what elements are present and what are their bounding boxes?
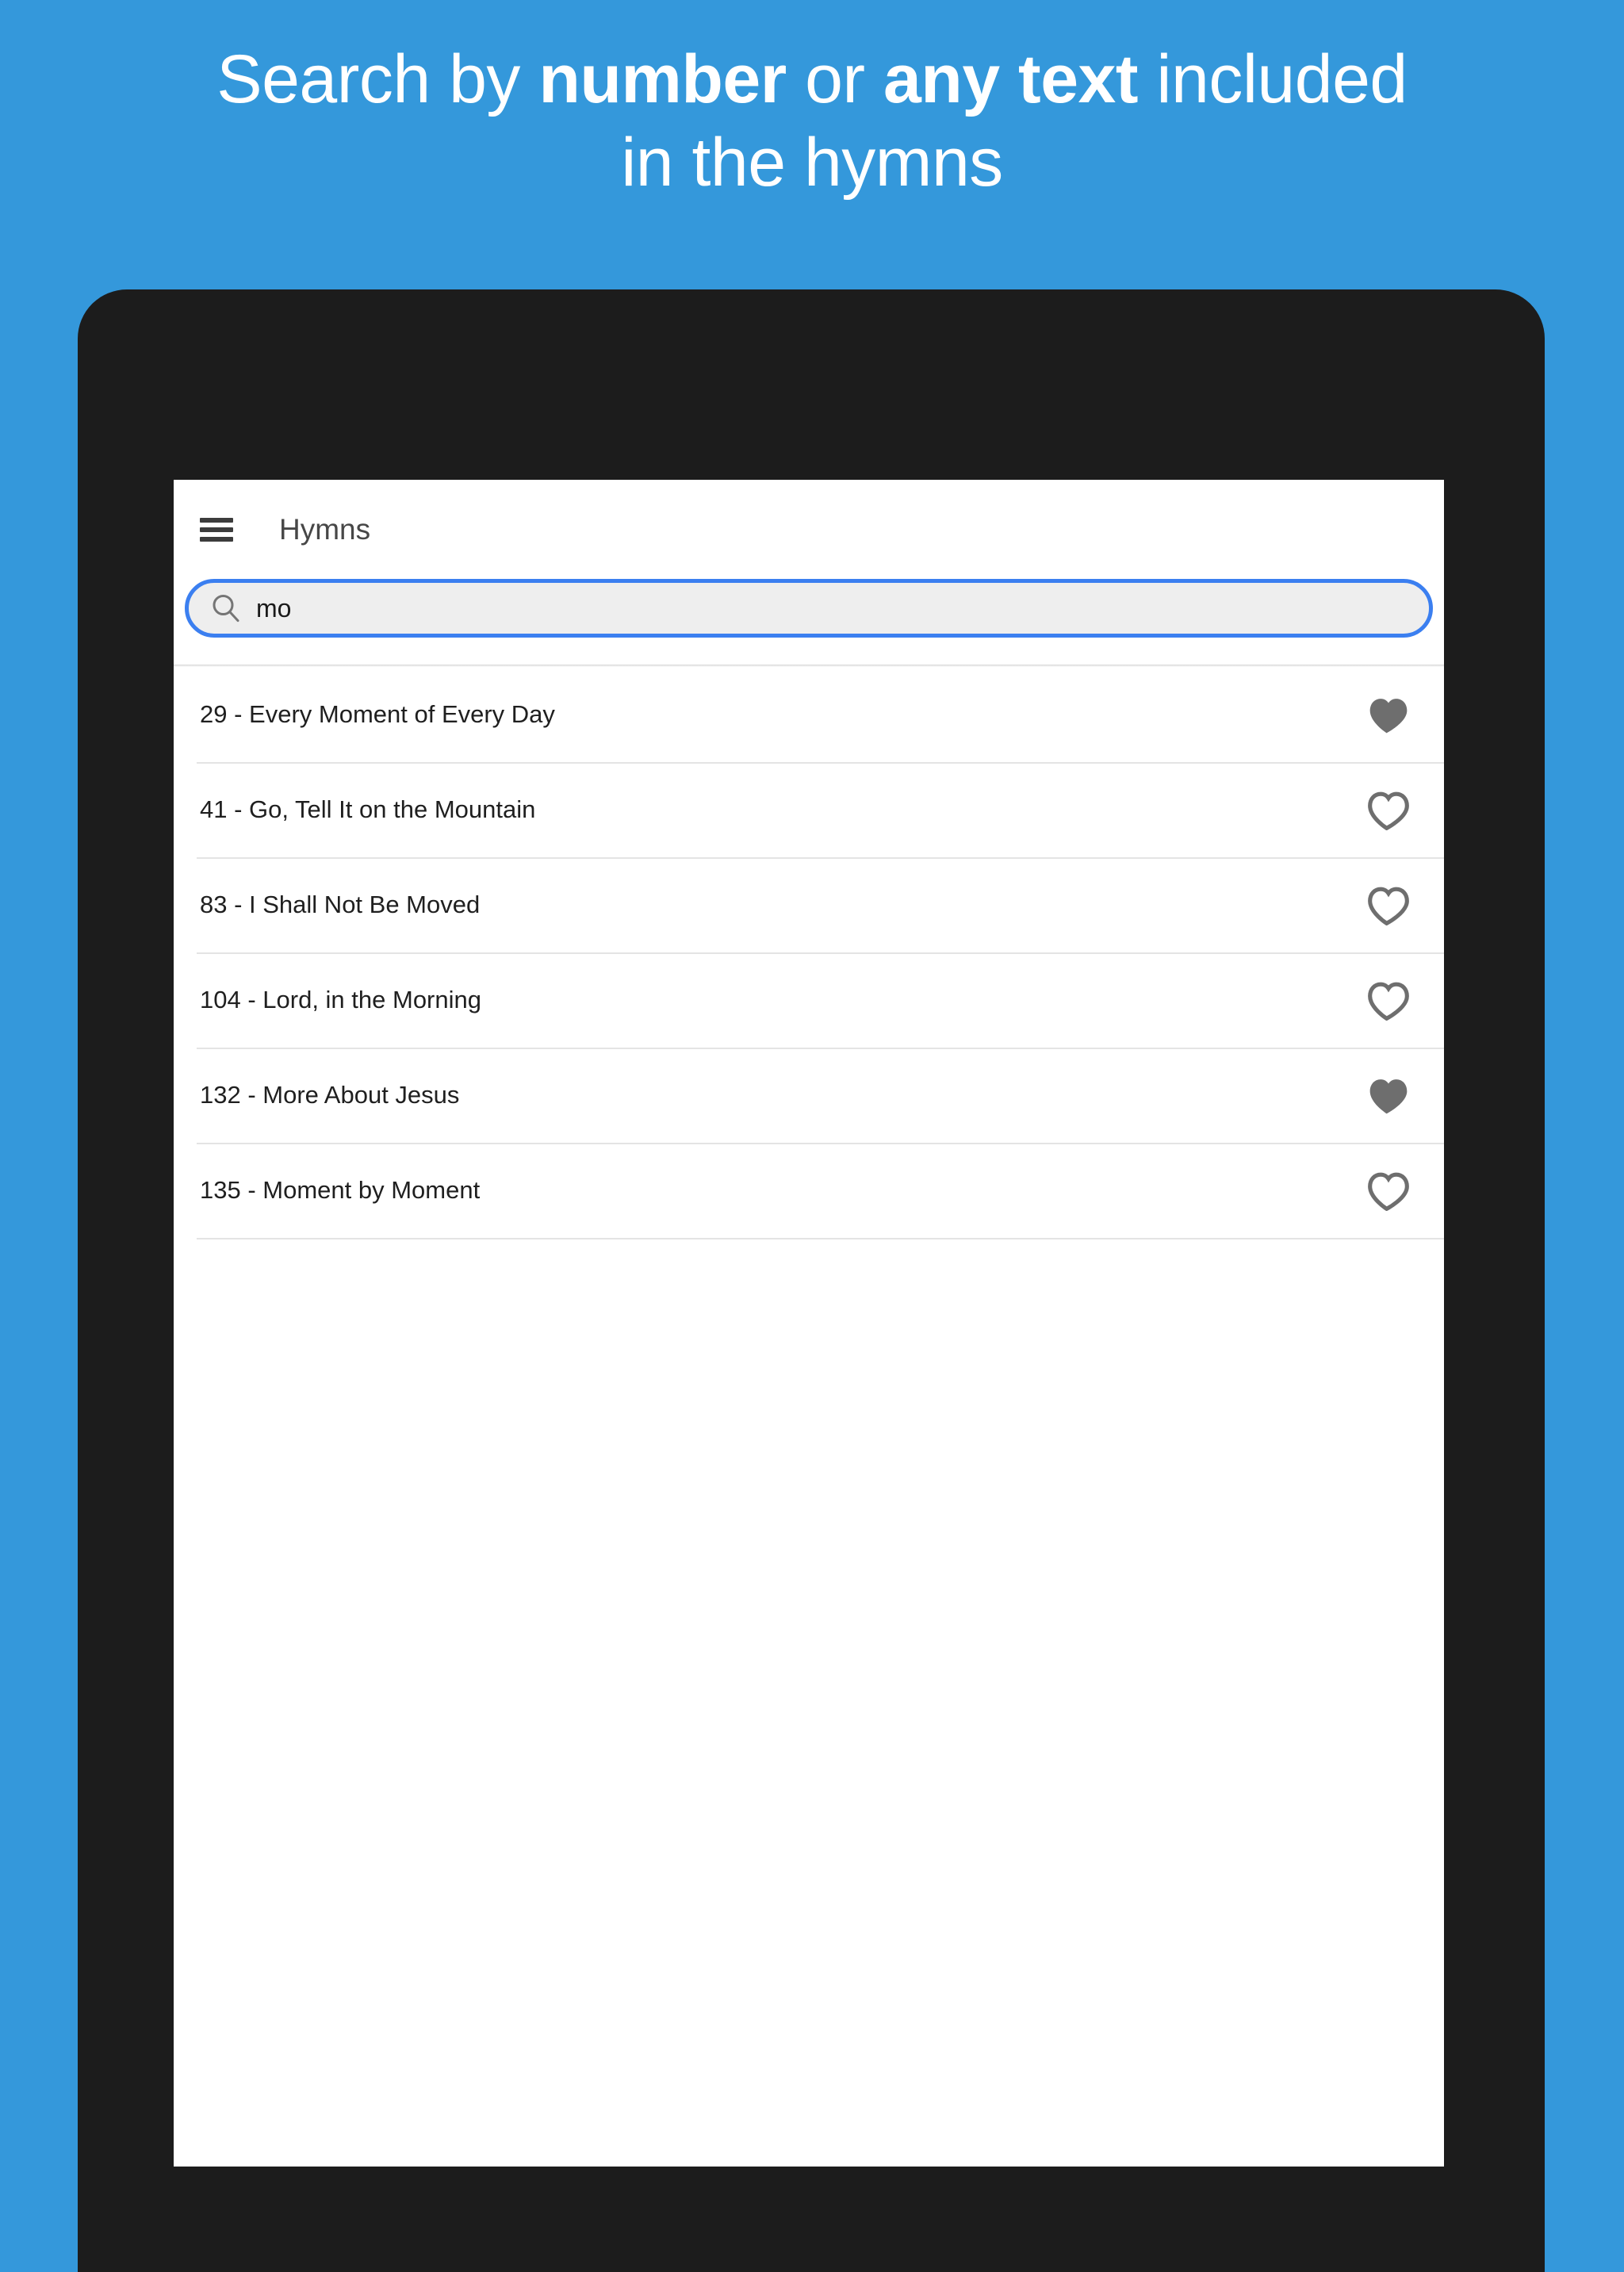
search-input-value: mo (256, 594, 292, 623)
table-row[interactable]: 41 - Go, Tell It on the Mountain (174, 762, 1444, 857)
hymn-label: 104 - Lord, in the Morning (200, 986, 481, 1013)
phone-screen: Hymns mo 29 - Every Moment of Every Day (174, 480, 1444, 2167)
table-row[interactable]: 135 - Moment by Moment (174, 1143, 1444, 1238)
search-input[interactable]: mo (185, 579, 1433, 638)
promo-header: Search by number or any text included in… (0, 0, 1624, 289)
heart-filled-icon[interactable] (1366, 694, 1411, 735)
heart-outline-icon[interactable] (1366, 1170, 1411, 1211)
hymn-label: 132 - More About Jesus (200, 1081, 460, 1109)
heart-outline-icon[interactable] (1366, 789, 1411, 830)
hamburger-icon[interactable] (200, 517, 233, 542)
promo-text-segment-2: or (786, 41, 883, 117)
table-row[interactable]: 132 - More About Jesus (174, 1048, 1444, 1143)
promo-text-bold-number: number (538, 41, 787, 117)
hamburger-bar-1 (200, 517, 233, 523)
heart-outline-icon[interactable] (1366, 884, 1411, 925)
table-row[interactable]: 83 - I Shall Not Be Moved (174, 857, 1444, 952)
promo-text-segment-3: included (1138, 41, 1408, 117)
heart-filled-icon[interactable] (1366, 1075, 1411, 1116)
hymn-results-list: 29 - Every Moment of Every Day 41 - Go, … (174, 667, 1444, 1239)
hamburger-bar-3 (200, 536, 233, 542)
table-row[interactable]: 104 - Lord, in the Morning (174, 952, 1444, 1048)
table-row[interactable]: 29 - Every Moment of Every Day (174, 667, 1444, 762)
promo-text-line-2: in the hymns (621, 124, 1003, 201)
promo-headline: Search by number or any text included in… (216, 38, 1408, 205)
hymn-label: 83 - I Shall Not Be Moved (200, 891, 481, 918)
search-icon (211, 593, 241, 623)
hymn-label: 41 - Go, Tell It on the Mountain (200, 795, 536, 823)
page-title: Hymns (279, 512, 371, 546)
hamburger-bar-2 (200, 527, 233, 532)
search-bar-container: mo (174, 579, 1444, 665)
app-bar: Hymns (174, 480, 1444, 579)
hymn-label: 29 - Every Moment of Every Day (200, 700, 555, 728)
heart-outline-icon[interactable] (1366, 979, 1411, 1021)
hymn-label: 135 - Moment by Moment (200, 1176, 481, 1204)
promo-text-bold-anytext: any text (883, 41, 1139, 117)
promo-text-segment-1: Search by (216, 41, 539, 117)
